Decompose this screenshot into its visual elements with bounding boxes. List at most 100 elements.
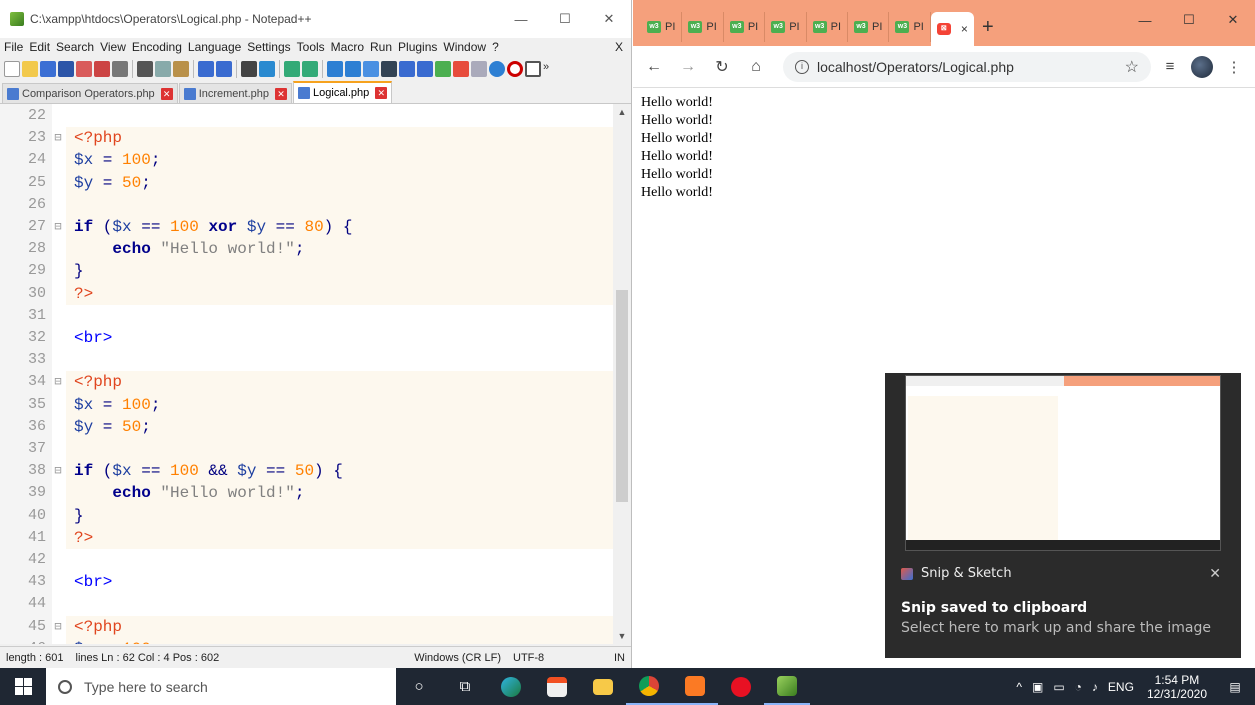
maximize-icon[interactable]: ☐ — [543, 0, 587, 38]
site-info-icon[interactable]: i — [795, 59, 809, 74]
close-icon[interactable]: ✕ — [587, 0, 631, 38]
language-indicator[interactable]: ENG — [1108, 680, 1134, 694]
code-line[interactable]: 28 echo "Hello world!"; — [28, 238, 613, 261]
function-list-icon[interactable] — [453, 61, 469, 77]
reload-icon[interactable]: ↻ — [709, 57, 735, 77]
url-text[interactable]: localhost/Operators/Logical.php — [817, 59, 1014, 75]
copy-icon[interactable] — [155, 61, 171, 77]
code-line[interactable]: 37 — [28, 438, 613, 461]
zoom-in-icon[interactable] — [284, 61, 300, 77]
profile-avatar[interactable] — [1191, 55, 1213, 78]
media-player-icon[interactable] — [718, 668, 764, 705]
code-line[interactable]: 34 ⊟ <?php — [28, 371, 613, 394]
code-editor[interactable]: 22 23 ⊟ <?php 24 $x = 100; 25 $y = 50; 26 27 ⊟ if (… — [0, 104, 631, 644]
new-file-icon[interactable] — [4, 61, 20, 77]
start-button[interactable] — [0, 668, 46, 705]
code-line[interactable]: 42 — [28, 549, 613, 571]
fold-toggle-icon[interactable]: ⊟ — [52, 460, 64, 482]
back-icon[interactable]: ← — [641, 58, 667, 76]
store-icon[interactable] — [534, 668, 580, 705]
edge-icon[interactable] — [488, 668, 534, 705]
doc-map-icon[interactable] — [435, 61, 451, 77]
toast-close-icon[interactable]: ✕ — [1209, 565, 1221, 582]
cortana-icon[interactable]: ○ — [396, 668, 442, 705]
code-line[interactable]: 46$x = 100; — [28, 637, 613, 644]
bookmark-star-icon[interactable]: ☆ — [1125, 57, 1139, 77]
browser-tab[interactable]: w3 PI — [682, 12, 724, 42]
menu-encoding[interactable]: Encoding — [132, 40, 182, 54]
tab-close-icon[interactable]: ✕ — [160, 87, 173, 100]
toolbar-overflow-icon[interactable]: » — [543, 61, 559, 77]
wifi-icon[interactable]: ◔ — [1075, 680, 1082, 694]
toast-message[interactable]: Select here to mark up and share the ima… — [901, 620, 1211, 636]
reading-list-icon[interactable]: ≡ — [1157, 58, 1183, 75]
tab-comparison-operators[interactable]: Comparison Operators.php ✕ — [2, 83, 178, 103]
menu-tools[interactable]: Tools — [297, 40, 325, 54]
zoom-out-icon[interactable] — [302, 61, 318, 77]
menu-help[interactable]: ? — [492, 40, 499, 54]
tab-increment[interactable]: Increment.php ✕ — [178, 83, 293, 103]
task-view-icon[interactable]: ⧉ — [442, 668, 488, 705]
forward-icon[interactable]: → — [675, 58, 701, 76]
code-line[interactable]: 31 — [28, 305, 613, 327]
code-line[interactable]: 33 — [28, 349, 613, 371]
menu-view[interactable]: View — [100, 40, 126, 54]
code-line[interactable]: 45 ⊟ <?php — [28, 615, 613, 638]
code-line[interactable]: 26 — [28, 193, 613, 216]
battery-icon[interactable]: ▭ — [1053, 680, 1064, 694]
code-line[interactable]: 43 <br> — [28, 571, 613, 593]
open-file-icon[interactable] — [22, 61, 38, 77]
browser-tab[interactable]: w3 PI — [889, 12, 931, 42]
word-wrap-icon[interactable] — [363, 61, 379, 77]
minimize-icon[interactable]: — — [499, 0, 543, 38]
stop-macro-icon[interactable] — [525, 61, 541, 77]
tab-close-icon[interactable]: ✕ — [275, 87, 288, 100]
close-document-icon[interactable]: X — [615, 40, 623, 54]
volume-icon[interactable]: ♪ — [1092, 680, 1098, 694]
close-all-icon[interactable] — [94, 61, 110, 77]
home-icon[interactable]: ⌂ — [743, 58, 769, 76]
menu-settings[interactable]: Settings — [247, 40, 290, 54]
undo-icon[interactable] — [198, 61, 214, 77]
monitor-icon[interactable] — [489, 61, 505, 77]
scroll-up-icon[interactable]: ▲ — [613, 104, 631, 120]
browser-tab[interactable]: w3 PI — [807, 12, 849, 42]
code-line[interactable]: 44 — [28, 593, 613, 615]
maximize-icon[interactable]: ☐ — [1167, 0, 1211, 40]
minimize-icon[interactable]: — — [1123, 0, 1167, 40]
notification-center-icon[interactable]: ▤ — [1220, 680, 1250, 694]
code-line[interactable]: 22 — [28, 105, 613, 127]
notepad-title-bar[interactable]: C:\xampp\htdocs\Operators\Logical.php - … — [0, 0, 631, 38]
save-all-icon[interactable] — [58, 61, 74, 77]
cut-icon[interactable] — [137, 61, 153, 77]
chrome-taskbar-icon[interactable] — [626, 668, 672, 705]
code-line[interactable]: 27 ⊟ if ($x == 100 xor $y == 80) { — [28, 216, 613, 239]
menu-search[interactable]: Search — [56, 40, 94, 54]
file-explorer-icon[interactable] — [580, 668, 626, 705]
menu-language[interactable]: Language — [188, 40, 241, 54]
code-line[interactable]: 32 <br> — [28, 327, 613, 349]
menu-edit[interactable]: Edit — [29, 40, 50, 54]
browser-tab-active[interactable]: ⊠ × — [930, 12, 974, 46]
tab-logical[interactable]: Logical.php ✕ — [293, 81, 393, 103]
menu-file[interactable]: File — [4, 40, 23, 54]
new-tab-button[interactable]: + — [974, 12, 1002, 42]
code-line[interactable]: 23 ⊟ <?php — [28, 127, 613, 150]
scrollbar-thumb[interactable] — [616, 290, 628, 502]
clock[interactable]: 1:54 PM 12/31/2020 — [1147, 673, 1207, 701]
menu-kebab-icon[interactable]: ⋮ — [1221, 58, 1247, 76]
code-line[interactable]: 30 ?> — [28, 282, 613, 305]
code-line[interactable]: 40} — [28, 504, 613, 527]
indent-guide-icon[interactable] — [399, 61, 415, 77]
code-line[interactable]: 38 ⊟ if ($x == 100 && $y == 50) { — [28, 460, 613, 483]
browser-tab[interactable]: w3 PI — [724, 12, 766, 42]
print-icon[interactable] — [112, 61, 128, 77]
code-text-area[interactable]: 22 23 ⊟ <?php 24 $x = 100; 25 $y = 50; 26 27 ⊟ if (… — [28, 104, 613, 644]
menu-window[interactable]: Window — [443, 40, 486, 54]
code-line[interactable]: 39 echo "Hello world!"; — [28, 482, 613, 505]
menu-macro[interactable]: Macro — [331, 40, 364, 54]
snip-notification[interactable]: Snip & Sketch ✕ Snip saved to clipboard … — [885, 373, 1241, 658]
address-bar[interactable]: i localhost/Operators/Logical.php ☆ — [783, 51, 1151, 82]
code-line[interactable]: 35 $x = 100; — [28, 393, 613, 416]
fold-toggle-icon[interactable]: ⊟ — [52, 216, 64, 238]
